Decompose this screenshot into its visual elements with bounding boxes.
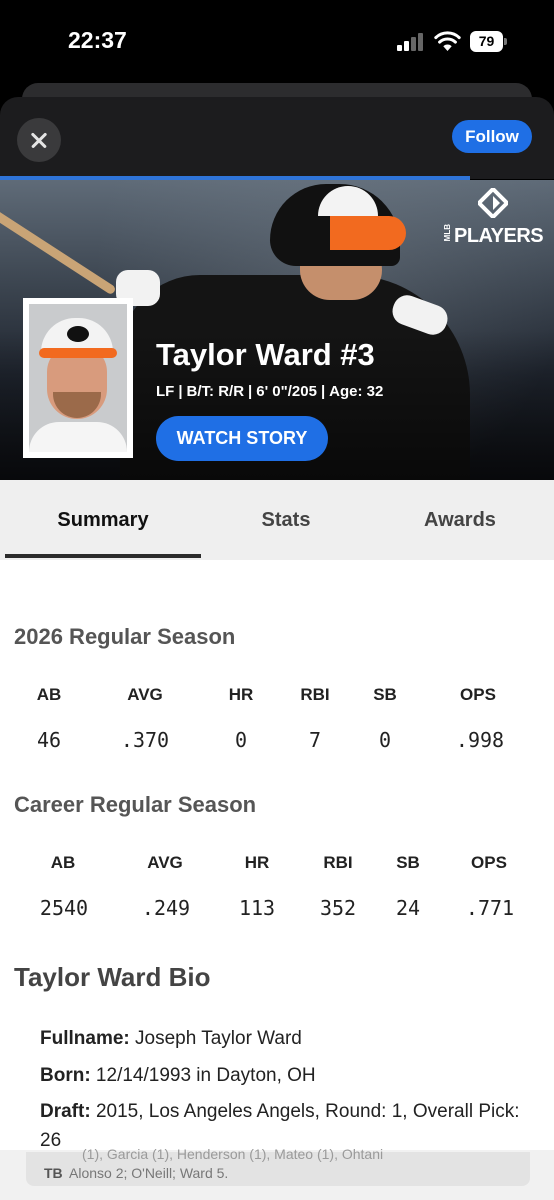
tab-bar: Summary Stats Awards — [0, 480, 554, 560]
player-meta: LF | B/T: R/R | 6' 0"/205 | Age: 32 — [156, 383, 384, 400]
stat-header: AVG — [147, 853, 183, 872]
stat-value: 2540 — [39, 896, 89, 920]
wifi-icon — [434, 31, 461, 51]
close-button[interactable] — [17, 118, 61, 162]
stat-value: 352 — [319, 896, 357, 920]
stat-value: .249 — [141, 896, 191, 920]
stat-value: .998 — [455, 728, 505, 752]
follow-button[interactable]: Follow — [452, 120, 532, 153]
logo-mlb-text: MLB — [443, 224, 452, 242]
orioles-bird-icon — [67, 326, 89, 342]
screen: 22:37 79 Follow MLB PLAYERS Taylor Ward … — [0, 0, 554, 1200]
stat-value: 24 — [395, 896, 421, 920]
player-headshot — [29, 304, 127, 452]
cellular-signal-icon — [397, 33, 425, 51]
career-stats-title: Career Regular Season — [14, 792, 257, 817]
season-stats-title: 2026 Regular Season — [14, 624, 236, 649]
stat-header: OPS — [460, 685, 496, 704]
player-position: LF — [156, 383, 175, 400]
stat-value: 0 — [234, 728, 248, 752]
underlying-ghost-text: (1), Garcia (1), Henderson (1), Mateo (1… — [82, 1146, 384, 1162]
bio-born-label: Born: — [40, 1065, 91, 1086]
stat-header: RBI — [323, 853, 353, 872]
stat-header: AB — [36, 685, 62, 704]
stat-value: .370 — [120, 728, 170, 752]
stat-header: SB — [396, 853, 420, 872]
player-bats-throws: B/T: R/R — [186, 383, 245, 400]
tab-stats[interactable]: Stats — [196, 480, 376, 560]
stat-value: .771 — [465, 896, 515, 920]
clock: 22:37 — [68, 27, 127, 53]
stat-value: 46 — [36, 728, 62, 752]
bio-born-value: 12/14/1993 in Dayton, OH — [90, 1065, 316, 1086]
bio-born: Born: 12/14/1993 in Dayton, OH — [40, 1061, 520, 1090]
logo-players-text: PLAYERS — [454, 225, 544, 247]
player-height-weight: 6' 0"/205 — [256, 383, 317, 400]
bio-fullname: Fullname: Joseph Taylor Ward — [40, 1024, 520, 1053]
status-bar: 22:37 79 — [0, 0, 554, 80]
stat-header: OPS — [471, 853, 507, 872]
battery-level: 79 — [470, 31, 503, 52]
stat-value: 0 — [378, 728, 392, 752]
stat-header: AB — [50, 853, 76, 872]
stat-header: SB — [373, 685, 397, 704]
stat-header: HR — [244, 853, 270, 872]
tab-summary[interactable]: Summary — [5, 480, 201, 560]
stat-header: HR — [228, 685, 254, 704]
mlbpa-mark-icon — [478, 188, 508, 218]
active-tab-indicator — [5, 554, 201, 558]
stat-header: AVG — [127, 685, 163, 704]
bio-fullname-value: Joseph Taylor Ward — [129, 1028, 302, 1049]
player-name: Taylor Ward #3 — [156, 337, 375, 372]
underlying-scoring-text: Alonso 2; O'Neill; Ward 5. — [69, 1165, 229, 1181]
stat-value: 113 — [238, 896, 276, 920]
battery-icon: 79 — [470, 31, 508, 52]
player-age: Age: 32 — [329, 383, 384, 400]
mlb-players-logo: MLB PLAYERS — [442, 188, 546, 248]
bio-title: Taylor Ward Bio — [14, 962, 211, 992]
stat-header: RBI — [300, 685, 330, 704]
watch-story-button[interactable]: WATCH STORY — [156, 416, 328, 461]
bio-fullname-label: Fullname: — [40, 1028, 130, 1049]
underlying-team-abbrev: TB — [44, 1165, 63, 1181]
tab-awards[interactable]: Awards — [370, 480, 550, 560]
stat-value: 7 — [308, 728, 322, 752]
bio-draft-value: 2015, Los Angeles Angels, Round: 1, Over… — [40, 1101, 520, 1151]
bio-draft-label: Draft: — [40, 1101, 91, 1122]
